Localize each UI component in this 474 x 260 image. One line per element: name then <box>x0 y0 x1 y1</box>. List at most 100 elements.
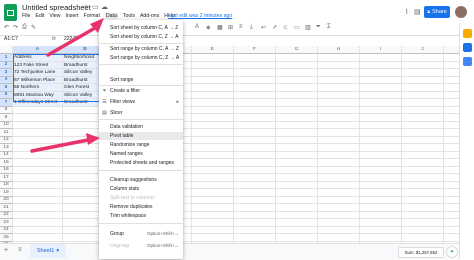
cell-i23[interactable] <box>360 219 402 227</box>
row-header-1[interactable]: 1 <box>0 54 13 62</box>
cell-h6[interactable] <box>318 91 360 99</box>
cell-a22[interactable] <box>13 211 63 219</box>
cell-j16[interactable] <box>402 166 444 174</box>
menu-item-slicer[interactable]: ▤ Slicer <box>99 109 183 117</box>
row-header-2[interactable]: 2 <box>0 61 13 69</box>
cell-e22[interactable] <box>192 211 234 219</box>
cell-g17[interactable] <box>276 174 318 182</box>
formula-input[interactable]: 22240 <box>64 36 78 42</box>
functions-icon[interactable]: Σ <box>327 24 331 30</box>
cell-k15[interactable] <box>444 159 459 167</box>
cell-e16[interactable] <box>192 166 234 174</box>
cell-j24[interactable] <box>402 226 444 234</box>
select-all-corner[interactable] <box>0 46 13 54</box>
cell-e11[interactable] <box>192 129 234 137</box>
cell-e21[interactable] <box>192 204 234 212</box>
cell-g8[interactable] <box>276 106 318 114</box>
menu-item-protected-sheets[interactable]: Protected sheets and ranges <box>99 159 183 167</box>
cell-a12[interactable] <box>13 136 63 144</box>
column-header-h[interactable]: H <box>318 46 360 54</box>
cell-i2[interactable] <box>360 61 402 69</box>
menu-item-pivot-table[interactable]: Pivot table <box>99 132 183 140</box>
menu-insert[interactable]: Insert <box>65 13 78 19</box>
cell-f16[interactable] <box>234 166 276 174</box>
cell-a25[interactable] <box>13 234 63 242</box>
cell-j4[interactable] <box>402 76 444 84</box>
insert-chart-icon[interactable]: ▥ <box>305 24 311 31</box>
cell-f20[interactable] <box>234 196 276 204</box>
cell-e19[interactable] <box>192 189 234 197</box>
document-title[interactable]: Untitled spreadsheet <box>22 3 91 12</box>
menu-item-cleanup-suggestions[interactable]: Cleanup suggestions <box>99 176 183 184</box>
row-header-17[interactable]: 17 <box>0 174 13 182</box>
cell-i9[interactable] <box>360 114 402 122</box>
cell-i17[interactable] <box>360 174 402 182</box>
cell-e18[interactable] <box>192 181 234 189</box>
undo-icon[interactable]: ↶ <box>4 24 9 31</box>
cell-f1[interactable] <box>234 54 276 62</box>
cell-g13[interactable] <box>276 144 318 152</box>
cell-e24[interactable] <box>192 226 234 234</box>
cell-i18[interactable] <box>360 181 402 189</box>
cell-a19[interactable] <box>13 189 63 197</box>
row-header-4[interactable]: 4 <box>0 76 13 84</box>
menu-item-data-validation[interactable]: Data validation <box>99 123 183 131</box>
cell-h7[interactable] <box>318 99 360 107</box>
align-icon[interactable]: ≡ <box>239 24 243 30</box>
cell-f18[interactable] <box>234 181 276 189</box>
cell-e23[interactable] <box>192 219 234 227</box>
cell-i6[interactable] <box>360 91 402 99</box>
cell-g21[interactable] <box>276 204 318 212</box>
cell-e10[interactable] <box>192 121 234 129</box>
cell-h23[interactable] <box>318 219 360 227</box>
cell-h3[interactable] <box>318 69 360 77</box>
cell-j8[interactable] <box>402 106 444 114</box>
menu-view[interactable]: View <box>49 13 60 19</box>
menu-item-named-ranges[interactable]: Named ranges <box>99 150 183 158</box>
cell-j5[interactable] <box>402 84 444 92</box>
cell-k13[interactable] <box>444 144 459 152</box>
sheet-tab[interactable]: Sheet1 ▾ <box>30 244 66 258</box>
column-header-j[interactable]: J <box>402 46 444 54</box>
row-header-19[interactable]: 19 <box>0 189 13 197</box>
merge-icon[interactable]: ⊞ <box>228 24 233 31</box>
insert-comment-icon[interactable]: ▭ <box>294 24 300 31</box>
cell-j2[interactable] <box>402 61 444 69</box>
menu-item-filter-views[interactable]: ☰ Filter views ▸ <box>99 98 183 106</box>
cell-i10[interactable] <box>360 121 402 129</box>
text-color-icon[interactable]: A <box>195 24 199 30</box>
cell-k22[interactable] <box>444 212 459 219</box>
calendar-icon[interactable] <box>463 57 472 66</box>
column-header-f[interactable]: F <box>234 46 276 54</box>
cell-g2[interactable] <box>276 61 318 69</box>
cell-f13[interactable] <box>234 144 276 152</box>
cell-k7[interactable] <box>444 99 459 107</box>
cell-j13[interactable] <box>402 144 444 152</box>
cell-e13[interactable] <box>192 144 234 152</box>
cell-g3[interactable] <box>276 69 318 77</box>
cell-g10[interactable] <box>276 121 318 129</box>
cell-k25[interactable] <box>444 234 459 242</box>
cell-e3[interactable] <box>192 69 234 77</box>
cell-j11[interactable] <box>402 129 444 137</box>
cell-h14[interactable] <box>318 151 360 159</box>
cell-i4[interactable] <box>360 76 402 84</box>
cell-g20[interactable] <box>276 196 318 204</box>
cell-j22[interactable] <box>402 211 444 219</box>
column-header-e[interactable]: E <box>192 46 234 54</box>
menu-file[interactable]: File <box>22 13 30 19</box>
cell-i21[interactable] <box>360 204 402 212</box>
fill-color-icon[interactable]: ◈ <box>206 24 211 31</box>
cell-k14[interactable] <box>444 152 459 159</box>
redo-icon[interactable]: ↷ <box>13 24 18 31</box>
menu-item-create-filter[interactable]: ⏷ Create a filter <box>99 87 183 95</box>
cell-j23[interactable] <box>402 219 444 227</box>
cell-j25[interactable] <box>402 234 444 242</box>
cell-k9[interactable] <box>444 114 459 122</box>
cell-k18[interactable] <box>444 182 459 189</box>
cell-k6[interactable] <box>444 92 459 99</box>
cell-j21[interactable] <box>402 204 444 212</box>
cell-i1[interactable] <box>360 54 402 62</box>
cell-f23[interactable] <box>234 219 276 227</box>
cell-e12[interactable] <box>192 136 234 144</box>
